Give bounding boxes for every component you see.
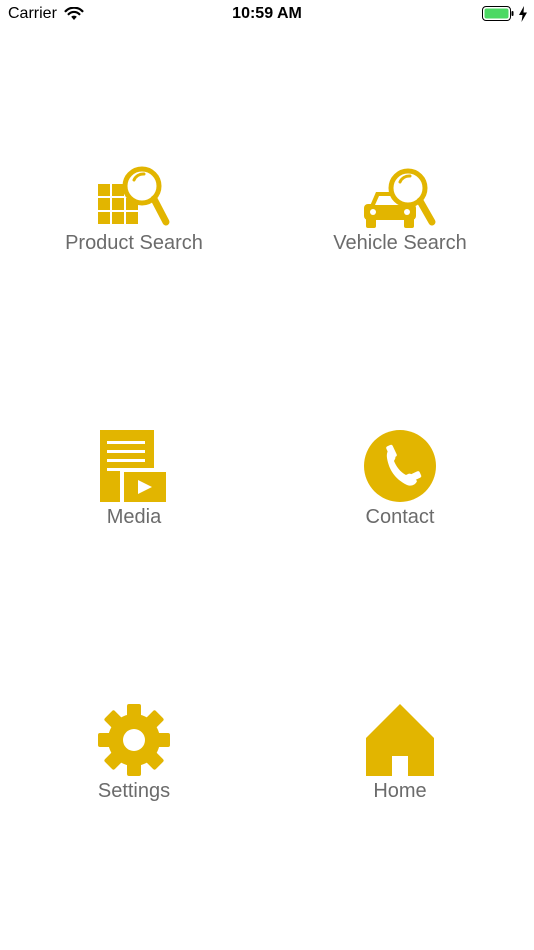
menu-label: Media [106, 506, 162, 528]
menu-home[interactable]: Home [290, 698, 510, 828]
phone-icon [290, 424, 510, 504]
charging-bolt-icon [518, 6, 528, 27]
menu-label: Contact [365, 506, 435, 528]
battery-icon [482, 6, 514, 27]
car-search-icon [290, 150, 510, 230]
status-bar: Carrier 10:59 AM [0, 0, 534, 30]
grid-search-icon [24, 150, 244, 230]
menu-media[interactable]: Media [24, 424, 244, 554]
status-time: 10:59 AM [232, 5, 302, 22]
menu-settings[interactable]: Settings [24, 698, 244, 828]
menu-contact[interactable]: Contact [290, 424, 510, 554]
menu-label: Home [373, 780, 427, 802]
menu-vehicle-search[interactable]: Vehicle Search [290, 150, 510, 280]
menu-label: Product Search [65, 232, 203, 254]
menu-product-search[interactable]: Product Search [24, 150, 244, 280]
media-icon [24, 424, 244, 504]
menu-label: Vehicle Search [333, 232, 467, 254]
menu-label: Settings [97, 780, 171, 802]
gear-icon [24, 698, 244, 778]
home-icon [290, 698, 510, 778]
